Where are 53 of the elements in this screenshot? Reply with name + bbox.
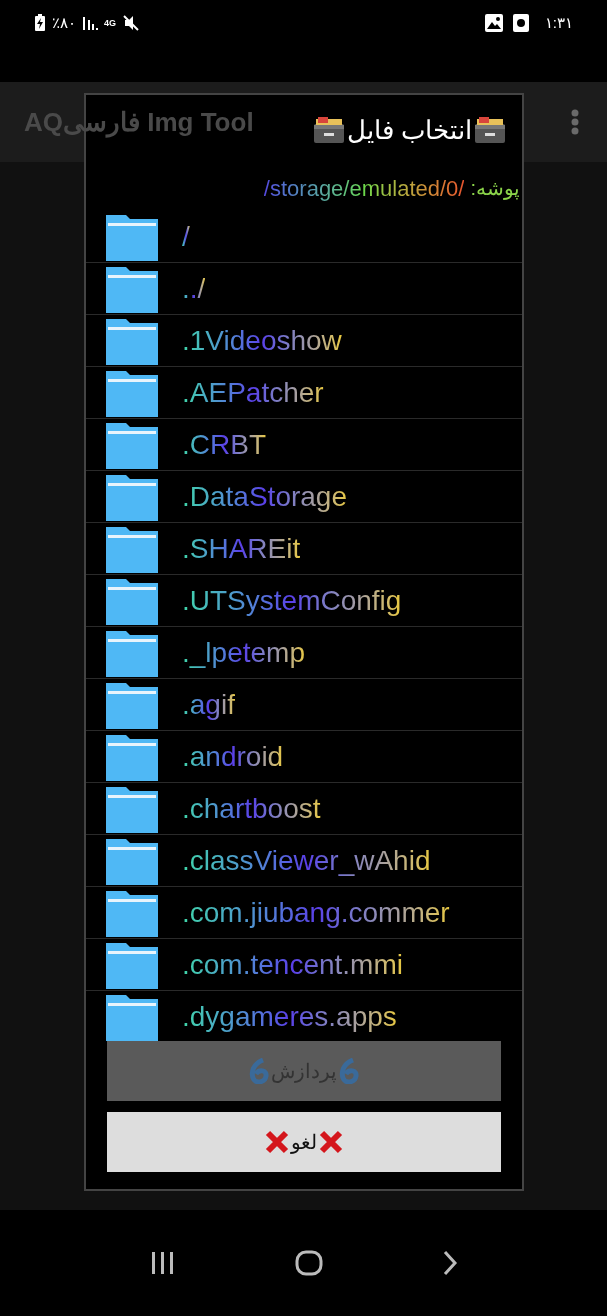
folder-icon <box>106 940 158 989</box>
battery-charging-icon <box>34 14 46 33</box>
folder-icon <box>106 888 158 937</box>
folder-icon <box>106 316 158 365</box>
folder-row[interactable]: ../ <box>86 263 522 315</box>
folder-row[interactable]: ._lpetemp <box>86 627 522 679</box>
clock-time: ۱:۳۱ <box>544 13 573 33</box>
folder-icon <box>106 732 158 781</box>
folder-row[interactable]: .UTSystemConfig <box>86 575 522 627</box>
folder-row[interactable]: .agif <box>86 679 522 731</box>
cancel-button[interactable]: لغو <box>107 1112 501 1172</box>
folder-row[interactable]: .com.jiubang.commer <box>86 887 522 939</box>
folder-icon <box>106 212 158 261</box>
folder-row[interactable]: .chartboost <box>86 783 522 835</box>
folder-label: پوشه: <box>470 176 520 202</box>
image-icon <box>484 14 503 33</box>
folder-row[interactable]: .SHAREit <box>86 523 522 575</box>
signal-icon <box>82 15 98 32</box>
folder-icon <box>106 472 158 521</box>
swirl-icon <box>249 1058 269 1084</box>
swirl-icon <box>339 1058 359 1084</box>
more-options-icon[interactable] <box>571 109 579 135</box>
back-icon[interactable] <box>441 1250 458 1276</box>
folder-row[interactable]: .CRBT <box>86 419 522 471</box>
folder-icon <box>106 576 158 625</box>
battery-percent: ٪۸۰ <box>52 13 76 33</box>
mute-icon <box>122 14 140 33</box>
network-type: 4G <box>104 18 116 28</box>
folder-row[interactable]: / <box>86 211 522 263</box>
cross-icon <box>319 1130 343 1154</box>
app-title: AQفارسی Img Tool <box>24 105 254 140</box>
folder-icon <box>106 836 158 885</box>
file-cabinet-icon <box>474 116 506 144</box>
folder-icon <box>106 420 158 469</box>
folder-icon <box>106 524 158 573</box>
folder-row[interactable]: .AEPatcher <box>86 367 522 419</box>
dialog-title: انتخاب فایل <box>346 113 472 147</box>
folder-icon <box>106 680 158 729</box>
file-cabinet-icon <box>312 116 345 144</box>
folder-row[interactable]: .classViewer_wAhid <box>86 835 522 887</box>
folder-icon <box>106 264 158 313</box>
folder-row[interactable]: .1Videoshow <box>86 315 522 367</box>
folder-icon <box>106 784 158 833</box>
folder-icon <box>106 368 158 417</box>
cross-icon <box>265 1130 289 1154</box>
folder-row[interactable]: .android <box>86 731 522 783</box>
folder-row[interactable]: .com.tencent.mmi <box>86 939 522 991</box>
home-icon[interactable] <box>294 1250 323 1276</box>
clock-icon <box>512 14 529 33</box>
folder-icon <box>106 992 158 1041</box>
folder-icon <box>106 628 158 677</box>
folder-row[interactable]: .DataStorage <box>86 471 522 523</box>
recent-apps-icon[interactable] <box>149 1251 176 1275</box>
